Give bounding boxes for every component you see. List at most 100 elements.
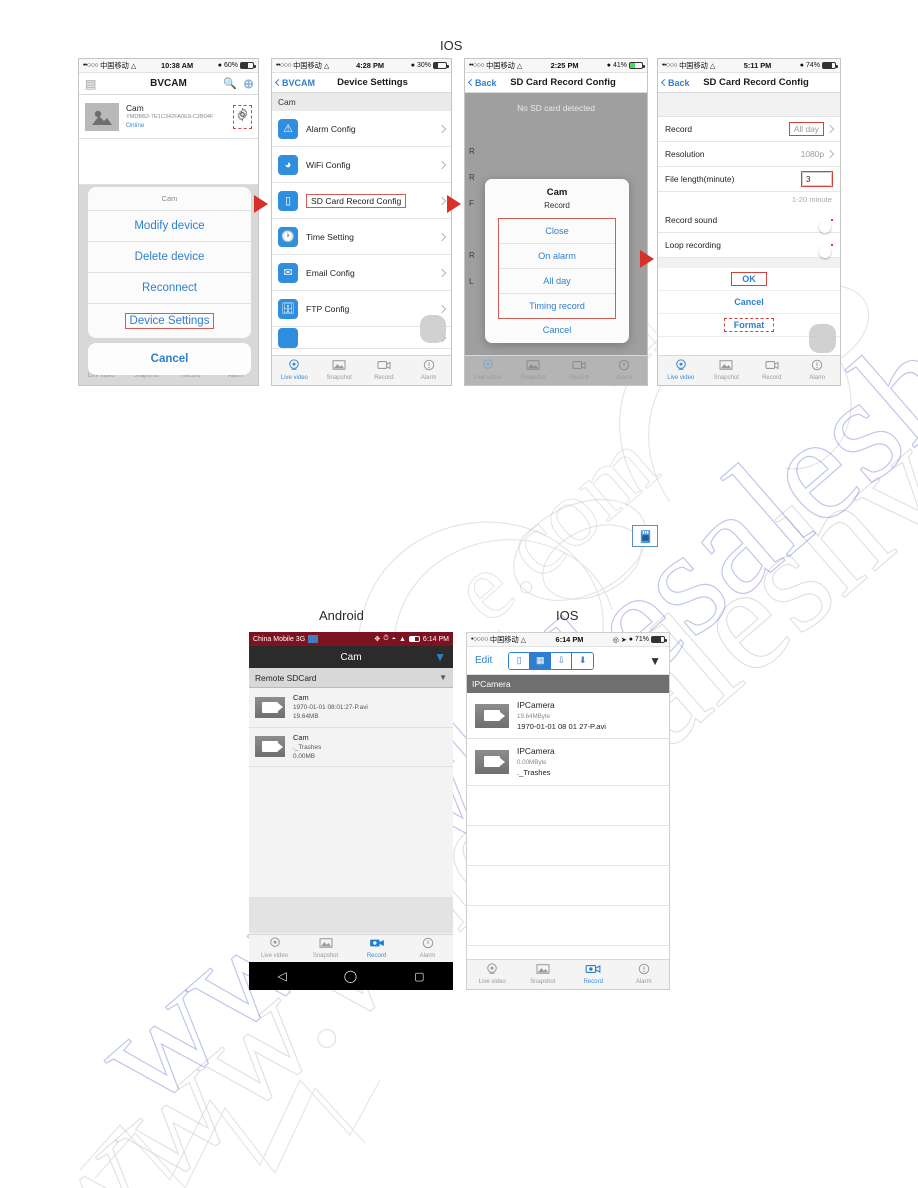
cancel-button[interactable]: Cancel (658, 291, 840, 314)
flow-arrow-2 (447, 195, 461, 213)
filter-icon[interactable]: ▼ (649, 654, 661, 668)
file-length-input[interactable]: 3 (802, 172, 832, 186)
back-button[interactable]: Back (467, 78, 497, 88)
alarm-clock-icon: ⏱ (383, 635, 389, 642)
filter-icon[interactable]: ▼ (434, 650, 446, 664)
chevron-right-icon (437, 124, 447, 133)
alert-cancel[interactable]: Cancel (485, 319, 629, 343)
action-sheet: Cam Modify device Delete device Reconnec… (88, 187, 251, 375)
status-time: 5:11 PM (743, 61, 772, 70)
back-button[interactable]: BVCAM (274, 77, 315, 88)
tab-snapshot[interactable]: Snapshot (300, 937, 351, 959)
tab-snapshot[interactable]: Snapshot (518, 963, 569, 985)
tab-record[interactable]: Record (351, 937, 402, 959)
search-icon[interactable]: 🔍 (223, 77, 237, 90)
alarm-icon (406, 359, 451, 374)
grid-icon[interactable]: ▤ (85, 77, 96, 91)
tab-live-video[interactable]: Live video (272, 359, 317, 381)
settings-row-wifi-config[interactable]: ◕ WiFi Config (272, 147, 451, 183)
tab-record[interactable]: Record (362, 359, 407, 381)
format-button[interactable]: Format (723, 318, 775, 332)
recents-square-icon[interactable]: ▢ (414, 970, 424, 983)
home-circle-icon[interactable]: ◯ (344, 969, 357, 983)
form-row-file-length[interactable]: File length(minute) 3 (658, 167, 840, 192)
back-button[interactable]: Back (660, 78, 690, 88)
back-label: BVCAM (282, 77, 315, 88)
tab-alarm[interactable]: Alarm (619, 963, 670, 985)
alert-option-all-day[interactable]: All day (499, 268, 615, 293)
tab-record[interactable]: Record (749, 359, 795, 381)
tab-alarm[interactable]: Alarm (406, 359, 451, 381)
alert-option-on-alarm[interactable]: On alarm (499, 243, 615, 268)
form-row-loop-recording[interactable]: Loop recording (658, 233, 840, 258)
back-triangle-icon[interactable]: ◁ (277, 969, 286, 983)
alert-option-timing-record[interactable]: Timing record (499, 293, 615, 318)
tab-alarm[interactable]: Alarm (402, 937, 453, 959)
alert-option-close[interactable]: Close (499, 219, 615, 243)
navigation-bar: Back SD Card Record Config (658, 73, 840, 93)
section-header: IPCamera (467, 675, 669, 693)
settings-row-alarm-config[interactable]: ⚠ Alarm Config (272, 111, 451, 147)
action-reconnect[interactable]: Reconnect (88, 272, 251, 303)
navigation-bar: Back SD Card Record Config (465, 73, 647, 93)
sdcard-icon[interactable]: ▦ (530, 652, 552, 669)
alarm-icon (402, 937, 453, 952)
tab-live-video[interactable]: Live video (658, 359, 704, 381)
tab-live-video[interactable]: Live video (465, 359, 511, 381)
signal-icon: ▲ (398, 635, 406, 643)
storage-source-spinner[interactable]: Remote SDCard ▼ (249, 668, 453, 688)
settings-row-sd-card-record-config[interactable]: ▯ SD Card Record Config (272, 183, 451, 219)
form-row-record-sound[interactable]: Record sound (658, 208, 840, 233)
file-detail: ._Trashes (293, 743, 322, 751)
tab-snapshot[interactable]: Snapshot (317, 359, 362, 381)
edit-button[interactable]: Edit (475, 655, 492, 666)
video-thumbnail-icon (255, 696, 285, 718)
status-time: 10:38 AM (160, 61, 194, 70)
live-video-icon (249, 937, 300, 952)
tab-snapshot[interactable]: Snapshot (511, 359, 557, 381)
tab-snapshot[interactable]: Snapshot (704, 359, 750, 381)
file-list-item[interactable]: Cam 1970-01-01 08:01:27-P.avi 19.64MB (249, 688, 453, 728)
file-list-item[interactable]: Cam ._Trashes 0.00MB (249, 727, 453, 768)
field-value-record: All day (788, 122, 824, 136)
tab-label: Alarm (420, 375, 437, 381)
phone-screen-record-picker: ••○○○ 中国移动 △ 2:25 PM ● 41% Back SD Card … (464, 58, 648, 386)
device-status: Online (126, 121, 145, 129)
chevron-right-icon (437, 160, 447, 169)
tab-record[interactable]: Record (568, 963, 619, 985)
tab-record[interactable]: Record (556, 359, 602, 381)
tab-alarm[interactable]: Alarm (795, 359, 841, 381)
file-list-bottom-area (249, 897, 453, 934)
download-alt-icon[interactable]: ⬇ (572, 652, 594, 669)
form-row-record[interactable]: Record All day (658, 117, 840, 142)
android-navigation-bar: ◁ ◯ ▢ (249, 962, 453, 990)
tab-alarm[interactable]: Alarm (602, 359, 648, 381)
form-row-resolution[interactable]: Resolution 1080p (658, 142, 840, 167)
action-sheet-cancel[interactable]: Cancel (88, 343, 251, 375)
alert-title: Cam (546, 187, 568, 198)
storage-segmented-control[interactable]: ▯ ▦ ⇩ ⬇ (508, 651, 595, 670)
tab-live-video[interactable]: Live video (467, 963, 518, 985)
video-thumbnail-icon (255, 736, 285, 758)
action-delete-device[interactable]: Delete device (88, 241, 251, 272)
device-list-item[interactable]: Cam YMDBB2-7E1C342FA0E9-C2B04F Online (79, 95, 258, 139)
file-list-item[interactable]: IPCamera 19.64MByte 1970-01-01 08 01 27-… (467, 693, 669, 740)
signal-dots: ••○○○ (469, 62, 485, 69)
settings-row-time-setting[interactable]: 🕐 Time Setting (272, 219, 451, 255)
ok-button[interactable]: OK (731, 272, 767, 286)
tab-live-video[interactable]: Live video (249, 937, 300, 959)
status-time: 6:14 PM (422, 635, 449, 643)
action-modify-device[interactable]: Modify device (88, 210, 251, 241)
sdcard-icon: ▯ (278, 190, 298, 211)
settings-row-email-config[interactable]: ✉ Email Config (272, 255, 451, 291)
file-length-highlight: 3 (801, 171, 833, 187)
gear-icon[interactable] (233, 104, 252, 129)
plus-circle-icon[interactable]: ⊕ (243, 76, 254, 92)
bluetooth-icon: ✥ (374, 636, 381, 643)
action-device-settings[interactable]: Device Settings (88, 303, 251, 338)
download-icon[interactable]: ⇩ (551, 652, 573, 669)
ftp-icon: 🗄 (278, 298, 298, 319)
signal-dots: •○○○○ (471, 636, 488, 643)
phone-icon[interactable]: ▯ (509, 652, 531, 669)
file-list-item[interactable]: IPCamera 0.00MByte ._Trashes (467, 739, 669, 786)
